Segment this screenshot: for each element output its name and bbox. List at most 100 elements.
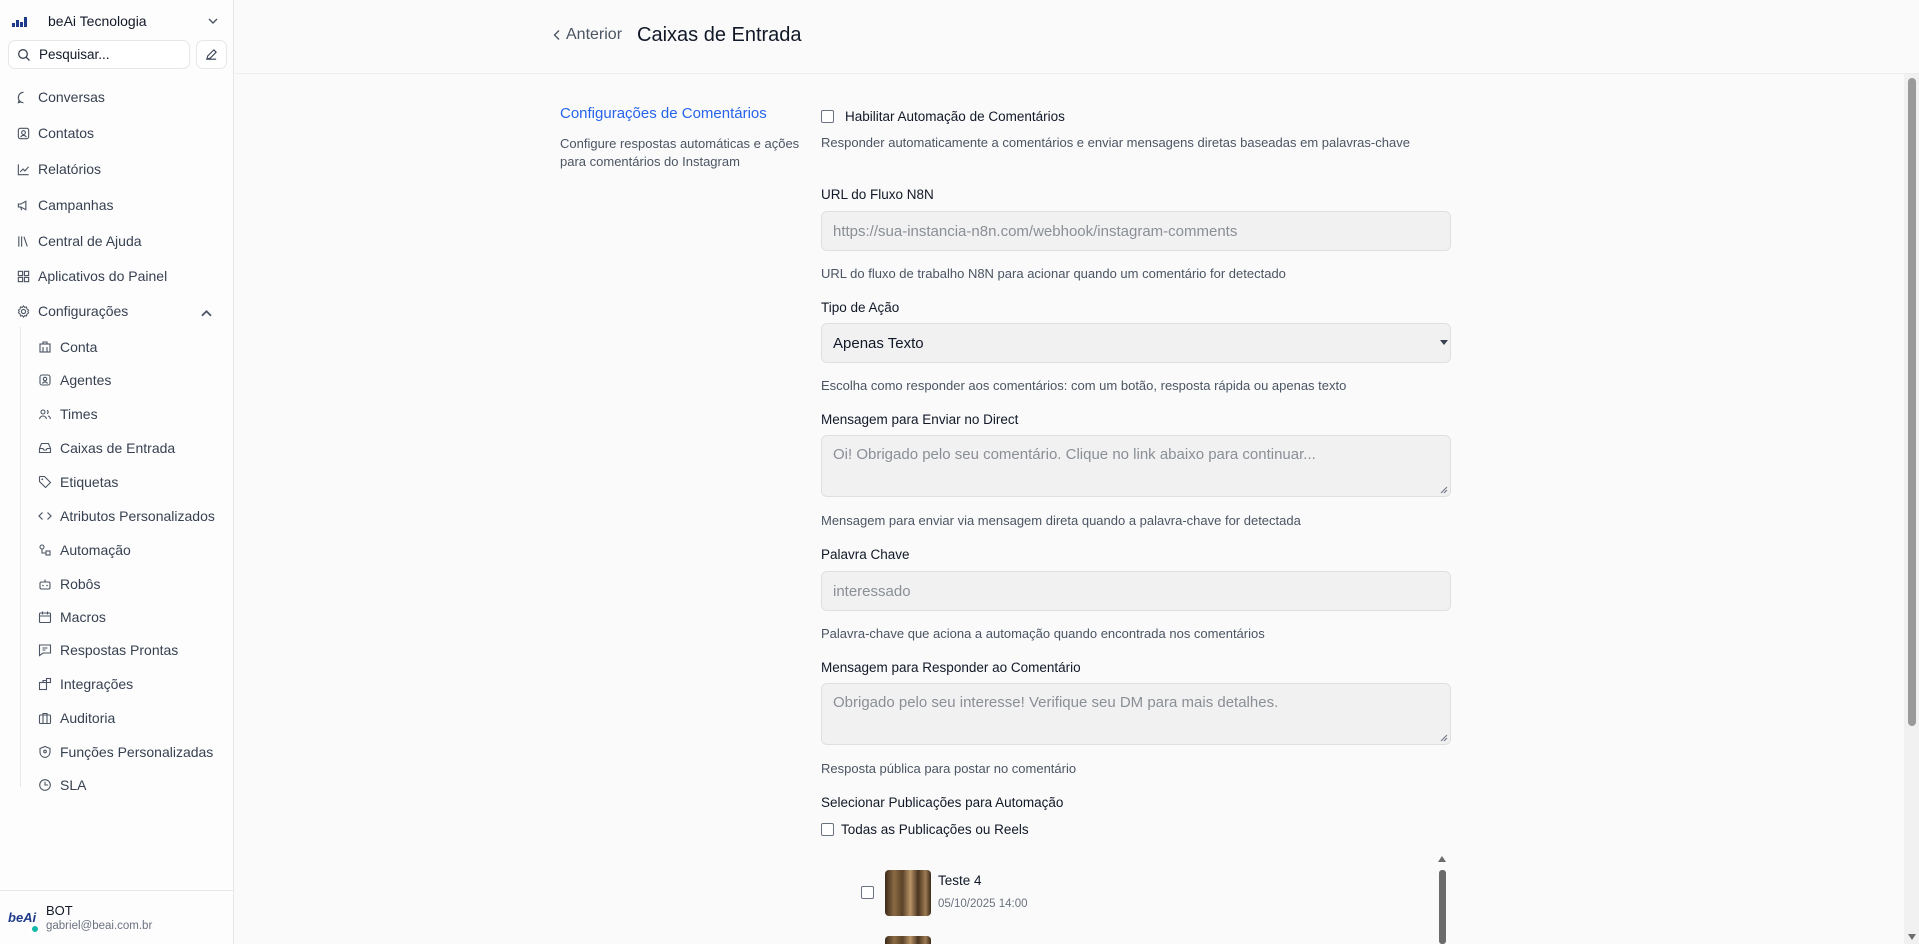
settings-item-times[interactable]: Times (30, 400, 226, 428)
reply-message-help: Resposta pública para postar no comentár… (821, 761, 1077, 776)
settings-item-label: Auditoria (60, 710, 116, 726)
enable-automation-help: Responder automaticamente a comentários … (821, 135, 1410, 150)
action-type-label: Tipo de Ação (821, 300, 900, 315)
list-item[interactable] (841, 936, 1421, 944)
n8n-url-placeholder: https://sua-instancia-n8n.com/webhook/in… (833, 222, 1238, 240)
keyword-help: Palavra-chave que aciona a automação qua… (821, 626, 1265, 641)
direct-message-help: Mensagem para enviar via mensagem direta… (821, 513, 1301, 528)
chevron-left-icon (553, 30, 560, 40)
calendar-icon (38, 611, 52, 624)
direct-message-textarea[interactable]: Oi! Obrigado pelo seu comentário. Clique… (821, 435, 1451, 497)
settings-item-conta[interactable]: Conta (30, 333, 226, 361)
reply-message-textarea[interactable]: Obrigado pelo seu interesse! Verifique s… (821, 683, 1451, 745)
content-panel (530, 74, 1613, 944)
nav-label: Relatórios (38, 161, 102, 177)
settings-item-label: Integrações (60, 676, 134, 692)
nav-item-campanhas[interactable]: Campanhas (8, 190, 226, 220)
nav-item-aplicativos[interactable]: Aplicativos do Painel (8, 261, 226, 291)
chevron-down-icon (208, 18, 218, 24)
enable-automation-label: Habilitar Automação de Comentários (845, 109, 1065, 124)
contact-card-icon (17, 127, 30, 139)
chat-bubble-icon (17, 91, 24, 103)
nav-label: Campanhas (38, 197, 114, 213)
n8n-url-input[interactable]: https://sua-instancia-n8n.com/webhook/in… (821, 211, 1451, 251)
search-placeholder: Pesquisar... (39, 47, 110, 62)
settings-item-caixas-de-entrada[interactable]: Caixas de Entrada (30, 434, 226, 462)
nav-item-conversas[interactable]: Conversas (8, 82, 226, 112)
org-name: beAi Tecnologia (48, 13, 147, 29)
search-icon (18, 48, 30, 61)
settings-item-sla[interactable]: SLA (30, 771, 226, 799)
gear-icon (17, 304, 30, 318)
pencil-icon (206, 49, 217, 60)
org-switcher[interactable]: beAi Tecnologia (12, 10, 224, 32)
settings-item-macros[interactable]: Macros (30, 603, 226, 631)
settings-item-respostas[interactable]: Respostas Prontas (30, 636, 226, 664)
online-status-dot (30, 923, 40, 934)
nav-item-contatos[interactable]: Contatos (8, 118, 226, 148)
settings-item-label: Funções Personalizadas (60, 744, 214, 760)
posts-scrollbar[interactable] (1435, 856, 1449, 944)
search-input[interactable]: Pesquisar... (8, 40, 190, 69)
enable-automation-checkbox[interactable] (821, 110, 834, 123)
section-description: Configure respostas automáticas e ações … (560, 136, 800, 169)
apps-grid-icon (17, 270, 30, 282)
resize-grip-icon[interactable] (1440, 734, 1448, 742)
message-reply-icon (38, 644, 52, 657)
n8n-url-label: URL do Fluxo N8N (821, 187, 934, 202)
settings-item-automacao[interactable]: Automação (30, 536, 226, 564)
action-type-select[interactable]: Apenas Texto (821, 323, 1451, 363)
briefcase-icon (38, 712, 52, 725)
inbox-icon (38, 442, 52, 454)
code-icon (38, 512, 52, 520)
settings-item-label: SLA (60, 777, 87, 793)
settings-item-label: Respostas Prontas (60, 642, 179, 658)
all-posts-checkbox[interactable] (821, 823, 834, 836)
settings-item-label: Agentes (60, 372, 112, 388)
posts-selection-label: Selecionar Publicações para Automação (821, 795, 1064, 810)
settings-item-etiquetas[interactable]: Etiquetas (30, 468, 226, 496)
nav-label: Conversas (38, 89, 105, 105)
sidebar: beAi Tecnologia Pesquisar... Conversas C… (0, 0, 234, 944)
settings-item-label: Atributos Personalizados (60, 508, 215, 524)
keyword-input[interactable]: interessado (821, 571, 1451, 611)
settings-item-label: Conta (60, 339, 98, 355)
back-button[interactable]: Anterior (552, 26, 622, 44)
resize-grip-icon[interactable] (1440, 486, 1448, 494)
settings-item-agentes[interactable]: Agentes (30, 366, 226, 394)
avatar: beAi (8, 903, 40, 934)
submenu-guide-line (20, 327, 21, 787)
back-label: Anterior (566, 26, 623, 43)
action-type-value: Apenas Texto (833, 334, 924, 352)
post-thumbnail (885, 936, 931, 944)
direct-message-label: Mensagem para Enviar no Direct (821, 412, 1019, 427)
scroll-down-icon[interactable] (1908, 934, 1916, 940)
post-title: Teste 4 (938, 873, 982, 888)
automation-icon (39, 544, 51, 556)
all-posts-label: Todas as Publicações ou Reels (841, 822, 1029, 837)
list-item[interactable]: Teste 4 05/10/2025 14:00 (841, 870, 1421, 920)
scrollbar-thumb[interactable] (1439, 870, 1446, 944)
settings-item-funcoes[interactable]: Funções Personalizadas (30, 738, 226, 766)
settings-item-label: Robôs (60, 576, 101, 592)
scroll-up-icon[interactable] (1438, 856, 1446, 862)
settings-item-auditoria[interactable]: Auditoria (30, 704, 226, 732)
settings-item-label: Macros (60, 609, 106, 625)
nav-item-configuracoes[interactable]: Configurações (8, 296, 226, 326)
reply-message-placeholder: Obrigado pelo seu interesse! Verifique s… (833, 694, 1279, 711)
reply-message-label: Mensagem para Responder ao Comentário (821, 660, 1081, 675)
settings-item-integracoes[interactable]: Integrações (30, 670, 226, 698)
user-email: gabriel@beai.com.br (46, 920, 153, 932)
settings-item-atributos[interactable]: Atributos Personalizados (30, 502, 226, 530)
page-header (235, 0, 1919, 74)
nav-label: Contatos (38, 125, 95, 141)
scrollbar-thumb[interactable] (1908, 78, 1916, 726)
nav-item-central-de-ajuda[interactable]: Central de Ajuda (8, 226, 226, 256)
library-icon (18, 235, 28, 247)
settings-item-robos[interactable]: Robôs (30, 570, 226, 598)
page-scrollbar[interactable] (1904, 74, 1919, 944)
post-checkbox[interactable] (861, 886, 874, 899)
nav-item-relatorios[interactable]: Relatórios (8, 154, 226, 184)
compose-button[interactable] (196, 40, 227, 69)
user-profile[interactable]: beAi BOT gabriel@beai.com.br (0, 890, 234, 944)
